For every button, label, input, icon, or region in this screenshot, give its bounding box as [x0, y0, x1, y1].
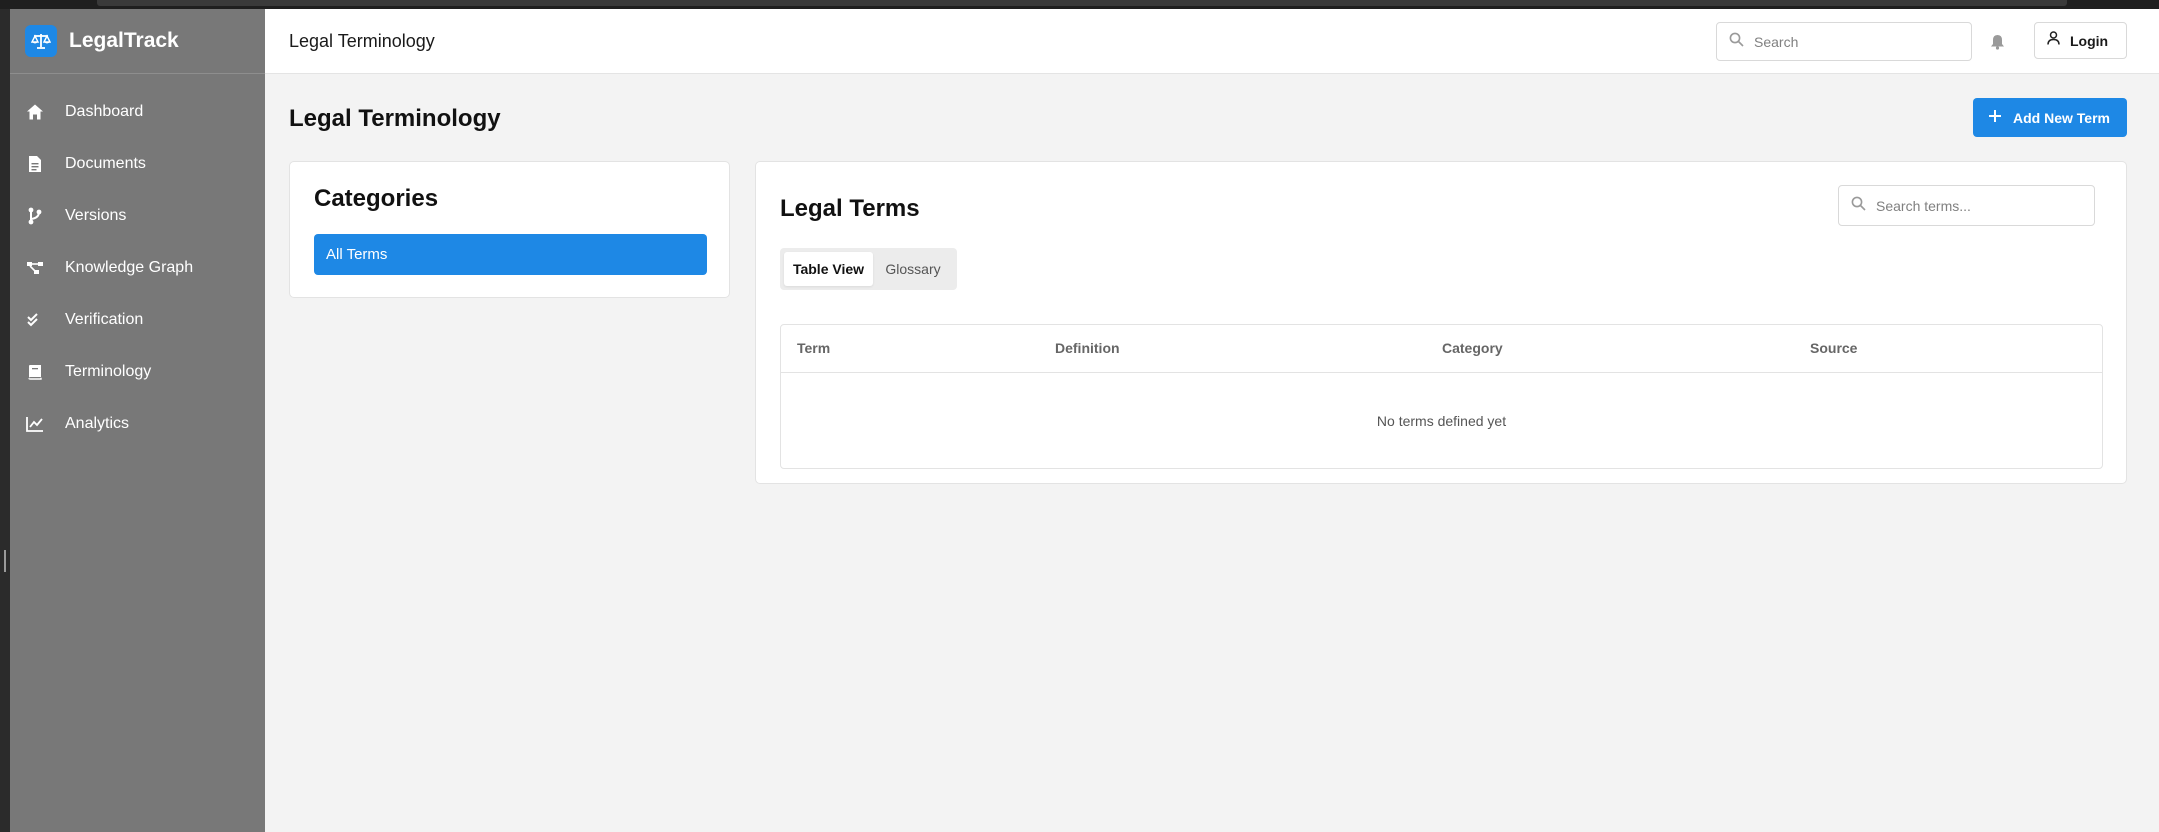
main-content: Legal Terminology Login Legal Terminolog… [265, 9, 2159, 832]
view-tabs: Table View Glossary [780, 248, 957, 290]
column-header-term[interactable]: Term [797, 340, 830, 356]
add-new-term-label: Add New Term [2013, 109, 2110, 126]
terms-table: Term Definition Category Source No terms… [780, 324, 2103, 469]
check-double-icon [25, 310, 45, 330]
user-icon [2047, 31, 2060, 50]
categories-card: Categories All Terms [289, 161, 730, 298]
page-title: Legal Terminology [289, 105, 501, 132]
line-chart-icon [25, 414, 45, 434]
top-header: Legal Terminology Login [265, 9, 2159, 74]
sidebar-item-knowledge-graph[interactable]: Knowledge Graph [10, 242, 265, 294]
search-icon [1729, 32, 1744, 52]
add-new-term-button[interactable]: Add New Term [1973, 98, 2127, 137]
terms-search-input[interactable] [1876, 197, 2086, 214]
column-header-category[interactable]: Category [1442, 340, 1503, 356]
bell-icon[interactable] [1987, 32, 2007, 52]
scale-icon [25, 25, 57, 57]
tab-glossary[interactable]: Glossary [873, 252, 953, 286]
terms-search[interactable] [1838, 185, 2095, 226]
sidebar-item-terminology[interactable]: Terminology [10, 346, 265, 398]
empty-state-message: No terms defined yet [1376, 413, 1507, 429]
column-header-source[interactable]: Source [1810, 340, 1857, 356]
plus-icon [1989, 109, 2001, 127]
sidebar-item-label: Dashboard [65, 103, 144, 120]
sidebar-item-label: Analytics [65, 415, 130, 432]
sidebar-item-label: Versions [65, 207, 127, 224]
sidebar-item-analytics[interactable]: Analytics [10, 398, 265, 450]
graph-icon [25, 258, 45, 278]
app-name: LegalTrack [69, 29, 179, 52]
sidebar-item-label: Knowledge Graph [65, 259, 194, 276]
sidebar: LegalTrack Dashboard Documents Versions … [10, 9, 265, 832]
window-left-edge [0, 9, 10, 832]
window-top-bar [97, 0, 2067, 6]
column-header-definition[interactable]: Definition [1055, 340, 1120, 356]
sidebar-item-label: Documents [65, 155, 146, 172]
legal-terms-title: Legal Terms [780, 195, 920, 222]
sidebar-item-label: Verification [65, 311, 144, 328]
resize-handle[interactable] [4, 550, 6, 572]
sidebar-nav: Dashboard Documents Versions Knowledge G… [10, 74, 265, 450]
header-title: Legal Terminology [289, 31, 435, 51]
login-button[interactable]: Login [2034, 22, 2127, 59]
search-icon [1851, 196, 1866, 216]
search-input[interactable] [1754, 33, 1954, 50]
home-icon [25, 102, 45, 122]
global-search[interactable] [1716, 22, 1972, 61]
legal-terms-card: Legal Terms Table View Glossary Term Def… [755, 161, 2127, 484]
window-top-strip [0, 0, 2159, 9]
category-item-all-terms[interactable]: All Terms [314, 234, 707, 275]
sidebar-item-documents[interactable]: Documents [10, 138, 265, 190]
document-icon [25, 154, 45, 174]
brand[interactable]: LegalTrack [10, 9, 265, 74]
sidebar-item-verification[interactable]: Verification [10, 294, 265, 346]
sidebar-item-label: Terminology [65, 363, 152, 380]
branch-icon [25, 206, 45, 226]
categories-title: Categories [314, 185, 439, 212]
login-label: Login [2070, 32, 2109, 49]
book-icon [25, 362, 45, 382]
sidebar-item-dashboard[interactable]: Dashboard [10, 86, 265, 138]
table-header: Term Definition Category Source [781, 325, 2102, 373]
sidebar-item-versions[interactable]: Versions [10, 190, 265, 242]
tab-table-view[interactable]: Table View [784, 252, 873, 286]
